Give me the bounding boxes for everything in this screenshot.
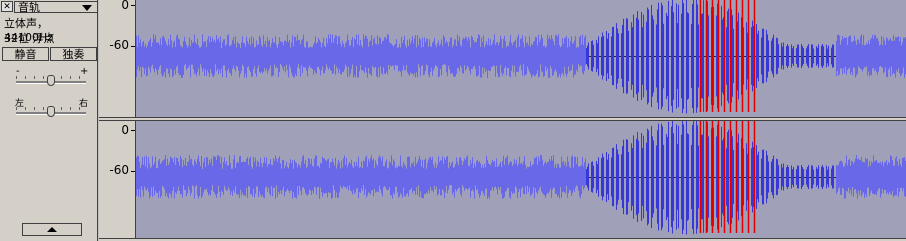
close-track-button[interactable]: ✕ (1, 1, 13, 12)
right-channel-waveform[interactable] (136, 121, 906, 238)
gain-slider[interactable] (14, 73, 88, 87)
db-tick (131, 46, 135, 47)
collapse-track-button[interactable] (22, 223, 82, 236)
mute-button[interactable]: 静音 (2, 47, 49, 61)
db-label-top: 0 (121, 0, 129, 12)
db-tick (131, 5, 135, 6)
right-channel-db-scale: 0 -60 (99, 121, 136, 238)
db-tick (131, 171, 135, 172)
waveform-svg (136, 0, 906, 117)
close-icon: ✕ (3, 1, 11, 12)
left-channel-waveform[interactable] (136, 0, 906, 117)
solo-button[interactable]: 独奏 (50, 47, 97, 61)
left-channel-db-scale: 0 -60 (99, 0, 136, 117)
gain-slider-thumb[interactable] (47, 75, 55, 86)
db-label-mid: -60 (109, 163, 129, 177)
dropdown-arrow-icon (82, 4, 92, 11)
track-name-label: 音轨 (18, 0, 40, 14)
track-control-panel: ✕ 音轨 立体声，44100Hz 32位 浮点 静音 独奏 - + 左 右 (0, 0, 98, 241)
pan-slider[interactable] (14, 104, 88, 118)
db-label-top: 0 (121, 123, 129, 137)
track-header: ✕ 音轨 (0, 0, 98, 13)
db-label-mid: -60 (109, 38, 129, 52)
waveform-svg (136, 121, 906, 238)
track-sample-format: 32位 浮点 (4, 32, 55, 45)
db-tick (131, 130, 135, 131)
pan-slider-thumb[interactable] (47, 106, 55, 117)
track-name-menu[interactable]: 音轨 (14, 0, 98, 14)
